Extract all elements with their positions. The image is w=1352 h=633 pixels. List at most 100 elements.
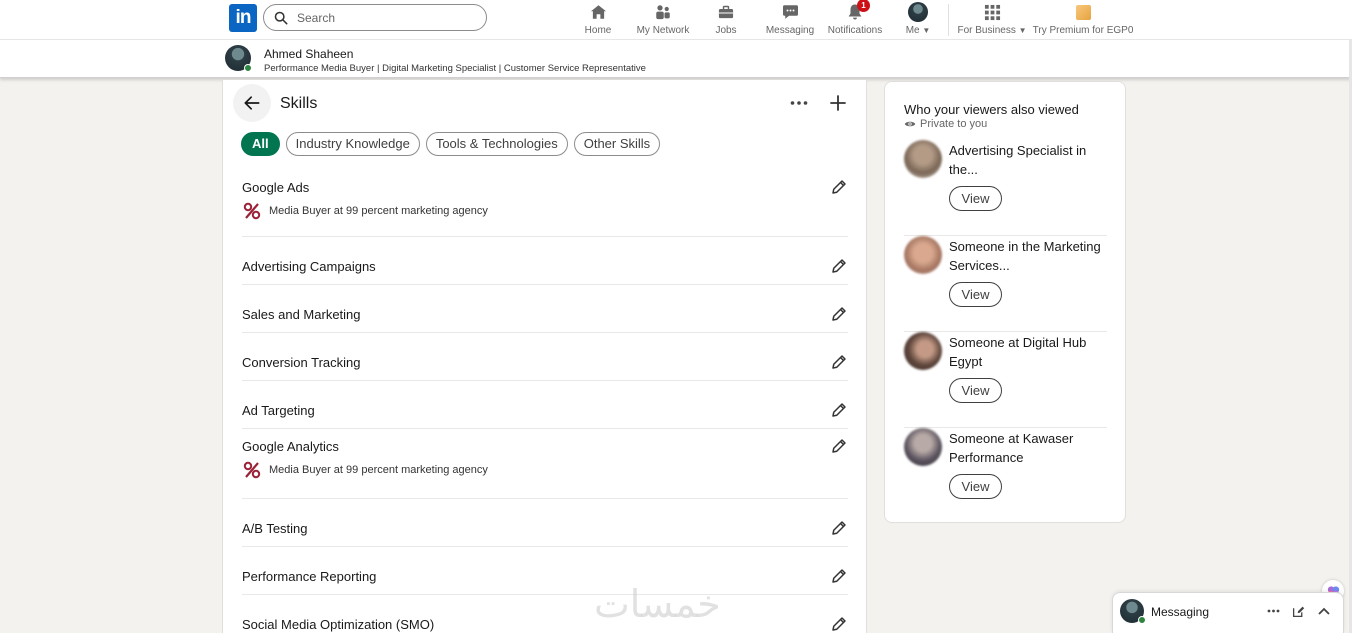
nav-messaging-label: Messaging	[765, 25, 815, 36]
messaging-dock-label[interactable]: Messaging	[1151, 605, 1209, 619]
compose-icon[interactable]	[1290, 603, 1306, 619]
nav-my-network-label: My Network	[636, 25, 690, 36]
nav-notifications-label: Notifications	[827, 25, 883, 36]
list-item: Advertising Specialist in the... View	[904, 140, 1107, 236]
pencil-icon[interactable]	[830, 353, 848, 371]
viewer-name[interactable]: Someone at Digital Hub Egypt	[949, 333, 1107, 371]
skill-name[interactable]: A/B Testing	[242, 521, 308, 536]
pencil-icon[interactable]	[830, 519, 848, 537]
privacy-note: Private to you	[904, 118, 987, 130]
list-item: Performance Reporting	[242, 547, 848, 595]
ellipsis-icon[interactable]	[1265, 603, 1281, 619]
card-title: Who your viewers also viewed	[904, 102, 1079, 117]
search-box[interactable]	[263, 4, 487, 31]
messaging-dock[interactable]: Messaging	[1112, 592, 1344, 633]
top-nav: in Home My Network Jobs Messaging 1 Noti	[0, 0, 1352, 40]
skills-list: Google Ads Media Buyer at 99 percent mar…	[242, 170, 848, 633]
briefcase-icon	[716, 2, 736, 22]
chevron-down-icon: ▼	[1018, 26, 1027, 35]
skill-context: Media Buyer at 99 percent marketing agen…	[243, 461, 488, 479]
list-item: Google Analytics Media Buyer at 99 perce…	[242, 429, 848, 499]
me-avatar	[908, 2, 928, 22]
nav-premium[interactable]: Try Premium for EGP0	[1033, 2, 1133, 38]
bell-icon: 1	[845, 0, 870, 22]
pencil-icon[interactable]	[830, 401, 848, 419]
home-icon	[588, 2, 608, 22]
pencil-icon[interactable]	[830, 305, 848, 323]
list-item: Someone in the Marketing Services... Vie…	[904, 236, 1107, 332]
grid-icon	[982, 2, 1002, 22]
messaging-icon	[780, 2, 800, 22]
online-status-dot	[1138, 616, 1146, 624]
network-icon	[653, 2, 673, 22]
nav-jobs[interactable]: Jobs	[712, 2, 740, 38]
pencil-icon[interactable]	[830, 257, 848, 275]
view-button[interactable]: View	[949, 186, 1002, 211]
nav-home[interactable]: Home	[582, 2, 614, 38]
view-button[interactable]: View	[949, 378, 1002, 403]
skill-context-text: Media Buyer at 99 percent marketing agen…	[269, 205, 488, 217]
profile-headline: Performance Media Buyer | Digital Market…	[264, 63, 646, 74]
ellipsis-icon	[790, 101, 808, 105]
skill-name[interactable]: Google Ads	[242, 180, 309, 195]
nav-messaging[interactable]: Messaging	[764, 2, 816, 38]
company-logo-icon	[243, 202, 261, 220]
filter-pill-industry-knowledge[interactable]: Industry Knowledge	[285, 132, 420, 156]
list-item: Advertising Campaigns	[242, 237, 848, 285]
nav-me[interactable]: Me ▼	[900, 2, 936, 38]
search-input[interactable]	[297, 10, 467, 25]
filter-pill-other-skills[interactable]: Other Skills	[573, 132, 661, 156]
arrow-left-icon	[244, 96, 260, 110]
premium-icon	[1073, 2, 1093, 22]
pencil-icon[interactable]	[830, 615, 848, 633]
notification-badge: 1	[857, 0, 870, 12]
nav-jobs-label: Jobs	[715, 25, 737, 36]
list-item: A/B Testing	[242, 499, 848, 547]
view-button[interactable]: View	[949, 474, 1002, 499]
skill-name[interactable]: Google Analytics	[242, 439, 339, 454]
more-options-button[interactable]	[788, 92, 810, 114]
list-item: Someone at Kawaser Performance View	[904, 428, 1107, 524]
skill-context: Media Buyer at 99 percent marketing agen…	[243, 202, 488, 220]
skill-name[interactable]: Advertising Campaigns	[242, 259, 376, 274]
viewer-name[interactable]: Someone in the Marketing Services...	[949, 237, 1107, 275]
skills-card: Skills All Industry Knowledge Tools & Te…	[222, 80, 867, 633]
profile-name[interactable]: Ahmed Shaheen	[264, 47, 353, 61]
list-item: Social Media Optimization (SMO)	[242, 595, 848, 633]
privacy-text: Private to you	[920, 118, 988, 130]
viewer-name[interactable]: Advertising Specialist in the...	[949, 141, 1107, 179]
search-icon	[274, 11, 288, 24]
pencil-icon[interactable]	[830, 437, 848, 455]
nav-for-business-label: For Business ▼	[957, 25, 1027, 36]
filter-pill-tools-technologies[interactable]: Tools & Technologies	[425, 132, 568, 156]
nav-notifications[interactable]: 1 Notifications	[826, 0, 884, 38]
back-button[interactable]	[233, 84, 271, 122]
avatar[interactable]	[904, 428, 942, 466]
chevron-up-icon[interactable]	[1316, 603, 1332, 619]
eye-icon	[904, 121, 916, 127]
skill-name[interactable]: Ad Targeting	[242, 403, 315, 418]
list-item: Google Ads Media Buyer at 99 percent mar…	[242, 170, 848, 237]
skill-name[interactable]: Sales and Marketing	[242, 307, 361, 322]
viewer-name[interactable]: Someone at Kawaser Performance	[949, 429, 1107, 467]
view-button[interactable]: View	[949, 282, 1002, 307]
avatar[interactable]	[904, 332, 942, 370]
add-skill-button[interactable]	[826, 91, 850, 115]
pencil-icon[interactable]	[830, 178, 848, 196]
skill-name[interactable]: Conversion Tracking	[242, 355, 361, 370]
avatar[interactable]	[904, 140, 942, 178]
filter-pill-all[interactable]: All	[241, 132, 280, 156]
list-item: Conversion Tracking	[242, 333, 848, 381]
skill-name[interactable]: Social Media Optimization (SMO)	[242, 617, 434, 632]
page-title: Skills	[280, 95, 318, 112]
nav-home-label: Home	[584, 25, 612, 36]
profile-sticky-header: Ahmed Shaheen Performance Media Buyer | …	[0, 40, 1352, 78]
avatar[interactable]	[904, 236, 942, 274]
nav-my-network[interactable]: My Network	[632, 2, 694, 38]
skill-name[interactable]: Performance Reporting	[242, 569, 376, 584]
plus-icon	[830, 95, 846, 111]
pencil-icon[interactable]	[830, 567, 848, 585]
skill-context-text: Media Buyer at 99 percent marketing agen…	[269, 464, 488, 476]
nav-for-business[interactable]: For Business ▼	[957, 2, 1027, 38]
linkedin-logo[interactable]: in	[229, 4, 257, 32]
